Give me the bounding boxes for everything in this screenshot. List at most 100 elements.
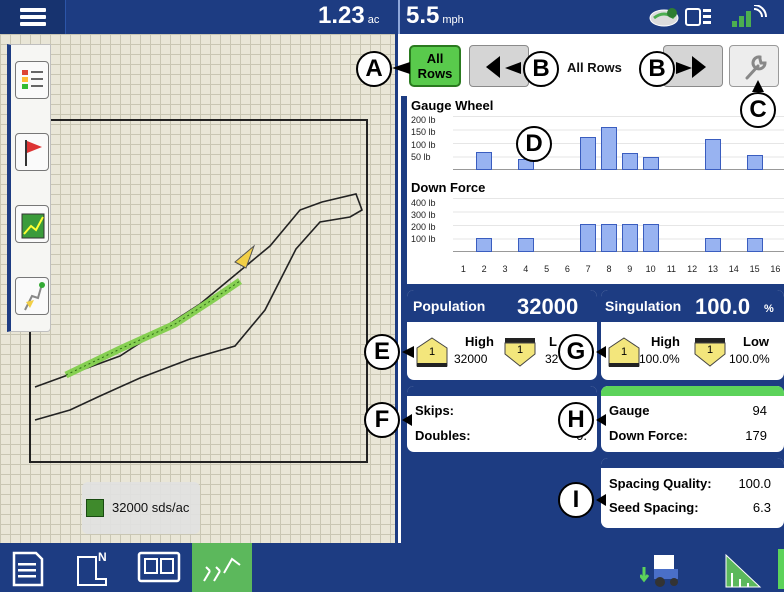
split-view-tab[interactable] bbox=[130, 543, 190, 592]
singulation-header: Singulation 100.0 % bbox=[601, 290, 784, 322]
bottom-right-icons bbox=[640, 549, 784, 589]
all-rows-button[interactable]: All Rows bbox=[409, 45, 461, 87]
flag-icon bbox=[25, 140, 42, 166]
legend-tool[interactable] bbox=[15, 61, 49, 99]
chart-1-y-tick: 400 lb bbox=[411, 197, 436, 208]
spacing-card[interactable]: Spacing Quality: 100.0 Seed Spacing: 6.3 bbox=[601, 458, 784, 528]
x-tick-label: 5 bbox=[544, 264, 550, 274]
down-force-title: Down Force bbox=[411, 180, 486, 195]
map-drawing bbox=[29, 119, 368, 463]
chart-tool[interactable] bbox=[15, 205, 49, 243]
planting-tab[interactable] bbox=[192, 543, 252, 592]
callout-b-right: B bbox=[639, 51, 675, 87]
rate-swatch bbox=[86, 499, 104, 517]
x-tick-label: 2 bbox=[481, 264, 487, 274]
singulation-card[interactable]: Singulation 100.0 % 1 High 100.0% 1 Low … bbox=[601, 290, 784, 380]
gauge-accent-bar bbox=[601, 386, 784, 396]
x-tick-label: 16 bbox=[770, 264, 781, 274]
chart-0-bar-row-9 bbox=[621, 152, 638, 170]
callout-d: D bbox=[516, 126, 552, 162]
chart-1-bar-row-7 bbox=[580, 224, 597, 252]
speed-readout: 5.5 mph bbox=[406, 2, 464, 29]
callout-f: F bbox=[364, 402, 400, 438]
x-tick-label: 7 bbox=[585, 264, 591, 274]
status-icons bbox=[649, 5, 767, 27]
x-tick-label: 11 bbox=[666, 264, 677, 274]
x-tick-label: 12 bbox=[687, 264, 698, 274]
x-tick-label: 4 bbox=[523, 264, 529, 274]
top-bar: 1.23 ac 5.5 mph bbox=[0, 0, 784, 34]
guidance-icon bbox=[24, 282, 45, 311]
menu-button[interactable] bbox=[0, 0, 66, 34]
vehicle-settings-icon[interactable] bbox=[640, 555, 678, 587]
chart-1-bar-row-4 bbox=[517, 238, 534, 252]
chart-0-bar-row-13 bbox=[705, 139, 721, 170]
chart-icon bbox=[21, 213, 45, 239]
x-tick-label: 9 bbox=[627, 264, 633, 274]
field-boundary bbox=[29, 119, 368, 463]
chart-0-y-tick: 100 lb bbox=[411, 139, 436, 150]
bottom-bar: N bbox=[0, 543, 784, 592]
previous-row-button[interactable] bbox=[469, 45, 529, 87]
chart-1-bar-row-10 bbox=[642, 224, 659, 252]
field-operation-icon[interactable] bbox=[725, 553, 762, 588]
x-tick-label: 13 bbox=[707, 264, 718, 274]
left-arrow-icon bbox=[486, 56, 500, 78]
chart-1-bar-row-8 bbox=[601, 224, 617, 252]
chart-0-bar-row-8 bbox=[601, 127, 617, 170]
power-icon[interactable] bbox=[778, 549, 784, 589]
x-tick-label: 14 bbox=[728, 264, 739, 274]
chart-1-y-tick: 300 lb bbox=[411, 209, 436, 220]
callout-a: A bbox=[356, 51, 392, 87]
chart-0-y-tick: 50 lb bbox=[411, 151, 431, 162]
gauge-wheel-title: Gauge Wheel bbox=[411, 98, 494, 113]
x-tick-label: 15 bbox=[749, 264, 760, 274]
rate-legend: 32000 sds/ac bbox=[82, 482, 200, 534]
display-status-icon[interactable] bbox=[685, 8, 711, 26]
report-icon bbox=[12, 551, 44, 587]
planting-icon bbox=[203, 557, 241, 582]
chart-1-y-tick: 100 lb bbox=[411, 234, 436, 245]
x-tick-label: 1 bbox=[460, 264, 466, 274]
chart-0-bar-row-15 bbox=[746, 155, 763, 170]
gauge-downforce-card[interactable]: Gauge 94 Down Force: 179 bbox=[601, 386, 784, 452]
chart-0-y-tick: 150 lb bbox=[411, 127, 436, 138]
chart-0-bar-row-10 bbox=[642, 156, 659, 170]
svg-text:N: N bbox=[98, 550, 107, 564]
field-map-icon: N bbox=[77, 550, 107, 586]
flag-tool[interactable] bbox=[15, 133, 49, 171]
callout-b-left: B bbox=[523, 51, 559, 87]
chart-1-bar-row-13 bbox=[705, 238, 721, 252]
map-tool-panel bbox=[7, 44, 51, 332]
chart-1-y-tick: 200 lb bbox=[411, 222, 436, 233]
applied-coverage bbox=[64, 278, 242, 379]
area-readout: 1.23 ac bbox=[318, 2, 380, 29]
callout-i: I bbox=[558, 482, 594, 518]
callout-e: E bbox=[364, 334, 400, 370]
chart-1-bar-row-2 bbox=[476, 238, 493, 252]
planting-panel: All Rows All Rows Gauge Wheel Down Force… bbox=[401, 34, 784, 543]
chart-0-bar-row-7 bbox=[580, 136, 597, 170]
field-map[interactable]: 32000 sds/ac bbox=[0, 34, 398, 543]
settings-button[interactable] bbox=[729, 45, 779, 87]
top-divider bbox=[398, 0, 400, 34]
row-toolbar: All Rows All Rows bbox=[401, 34, 784, 96]
rows-label: All Rows bbox=[567, 60, 622, 75]
callout-c: C bbox=[740, 92, 776, 128]
app: 1.23 ac 5.5 mph 32000 sds/ac All Rows Al… bbox=[0, 0, 784, 592]
vehicle-arrow-icon bbox=[234, 244, 256, 269]
legend-icon bbox=[22, 70, 43, 89]
split-view-icon bbox=[137, 551, 181, 583]
x-tick-label: 3 bbox=[502, 264, 508, 274]
callout-g: G bbox=[558, 334, 594, 370]
gps-status-icon[interactable] bbox=[649, 8, 679, 27]
field-map-tab[interactable]: N bbox=[64, 543, 124, 592]
report-tab[interactable] bbox=[0, 543, 60, 592]
callout-h: H bbox=[558, 402, 594, 438]
guidance-tool[interactable] bbox=[15, 277, 49, 315]
x-tick-label: 6 bbox=[564, 264, 570, 274]
chart-0-plot-area bbox=[453, 116, 784, 170]
x-tick-label: 10 bbox=[645, 264, 656, 274]
connectivity-icon[interactable] bbox=[732, 5, 767, 27]
chart-0-bar-row-2 bbox=[476, 151, 493, 170]
